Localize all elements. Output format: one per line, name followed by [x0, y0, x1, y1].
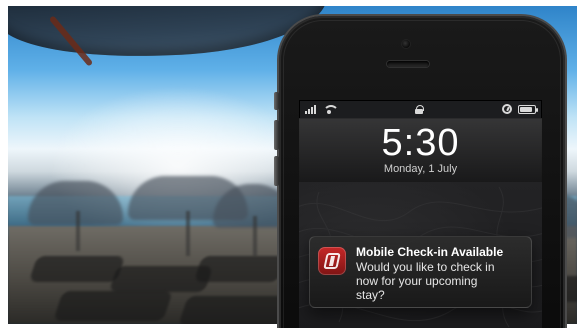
alarm-icon: [502, 104, 512, 114]
lock-time: 5:30: [381, 122, 460, 164]
hotel-app-icon: [318, 247, 346, 275]
notification-body-line: stay?: [356, 288, 385, 302]
earpiece-speaker: [387, 61, 429, 67]
volume-down-button: [274, 156, 279, 186]
background-umbrella-pole: [186, 211, 190, 256]
volume-up-button: [274, 120, 279, 150]
notification-text: Mobile Check-in Available Would you like…: [356, 245, 523, 302]
front-camera: [402, 40, 410, 48]
status-bar: [299, 100, 542, 118]
background-umbrella-pole: [76, 211, 80, 251]
sun-lounger: [53, 291, 173, 321]
sun-lounger: [178, 296, 293, 324]
smartphone: 5:30 Monday, 1 July Mobile Check-in Avai…: [274, 16, 565, 328]
lock-screen-header: 5:30 Monday, 1 July: [299, 118, 542, 184]
notification-body-line: Would you like to check in: [356, 260, 495, 274]
lock-date: Monday, 1 July: [383, 163, 458, 175]
sun-lounger: [28, 256, 126, 282]
phone-screen: 5:30 Monday, 1 July Mobile Check-in Avai…: [299, 100, 542, 328]
status-right: [502, 104, 538, 114]
battery-icon: [518, 104, 538, 114]
notification-card[interactable]: Mobile Check-in Available Would you like…: [309, 236, 532, 308]
battery-fill: [520, 106, 532, 112]
sun-lounger: [193, 256, 287, 282]
notification-body: Would you like to check in now for your …: [356, 260, 523, 302]
background-umbrella-pole: [253, 216, 257, 256]
notification-body-line: now for your upcoming: [356, 274, 478, 288]
wifi-icon: [322, 104, 336, 114]
screenshot-frame: 5:30 Monday, 1 July Mobile Check-in Avai…: [0, 0, 577, 328]
lock-icon: [415, 104, 424, 114]
status-left: [305, 104, 336, 114]
notification-title: Mobile Check-in Available: [356, 245, 504, 259]
mute-switch: [274, 92, 279, 110]
signal-icon: [305, 104, 316, 114]
